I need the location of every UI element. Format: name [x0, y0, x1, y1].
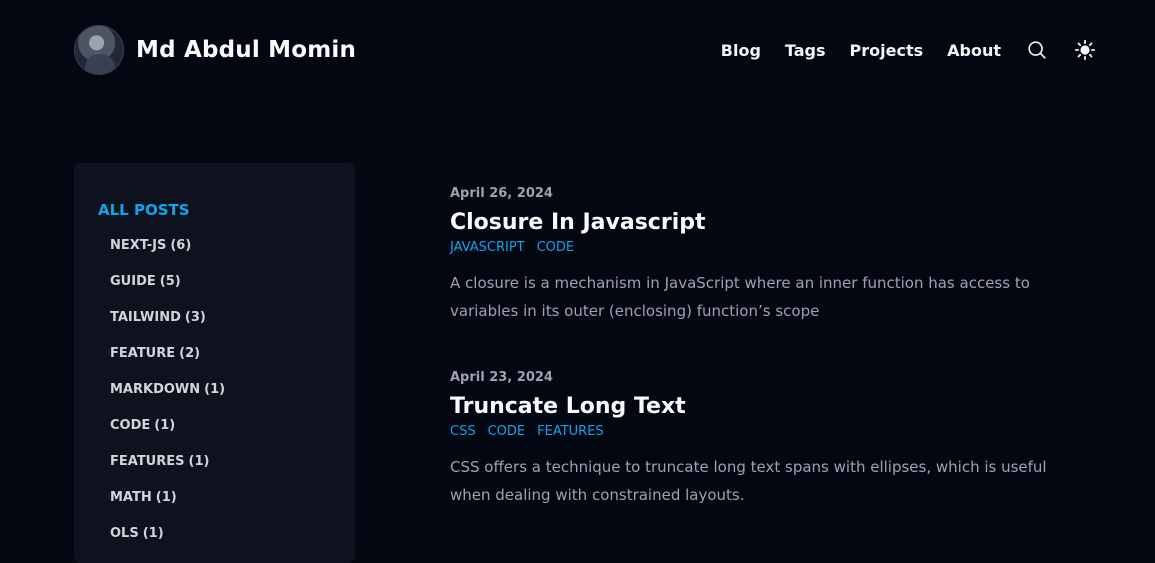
tag-count: (2): [179, 346, 201, 361]
post-title-link[interactable]: Closure In Javascript: [450, 210, 1090, 236]
tag-count: (1): [188, 454, 210, 469]
tag-item-guide[interactable]: GUIDE (5): [110, 271, 225, 307]
search-icon: [1028, 41, 1046, 59]
tag-count: (3): [184, 310, 206, 325]
tag-count: (5): [159, 274, 181, 289]
tag-name: MATH: [110, 490, 152, 505]
tag-list: NEXT-JS (6) GUIDE (5) TAILWIND (3) FEATURE(…: [110, 235, 225, 559]
tag-item-math[interactable]: MATH (1): [110, 487, 225, 523]
sun-icon: [1074, 39, 1096, 61]
tag-name: FEATURE: [110, 346, 176, 361]
post-tag-link[interactable]: CSS: [450, 424, 476, 439]
tag-name: NEXT-JS: [110, 238, 167, 253]
tag-name: MARKDOWN: [110, 382, 201, 397]
tag-name: OLS: [110, 526, 139, 541]
tag-item-markdown[interactable]: MARKDOWN (1): [110, 379, 225, 415]
tag-item-features[interactable]: FEATURES (1): [110, 451, 225, 487]
tag-name: CODE: [110, 418, 151, 433]
nav-projects[interactable]: Projects: [850, 41, 924, 60]
tag-name: GUIDE: [110, 274, 156, 289]
tag-name: FEATURES: [110, 454, 185, 469]
tag-count: (1): [204, 382, 226, 397]
brand-link[interactable]: Md Abdul Momin: [74, 25, 356, 75]
post-title-link[interactable]: Truncate Long Text: [450, 394, 1090, 420]
post-tag-link[interactable]: CODE: [537, 240, 575, 255]
tag-item-code[interactable]: CODE (1): [110, 415, 225, 451]
tag-count: (1): [154, 418, 176, 433]
post-summary: A closure is a mechanism in JavaScript w…: [450, 274, 1030, 320]
main-nav: Blog Tags Projects About: [721, 38, 1097, 62]
post-card: April 26, 2024 Closure In Javascript JAV…: [450, 186, 1090, 325]
post-tag-link[interactable]: JAVASCRIPT: [450, 240, 525, 255]
tag-item-next-js[interactable]: NEXT-JS (6): [110, 235, 225, 271]
tag-name: TAILWIND: [110, 310, 181, 325]
search-button[interactable]: [1025, 38, 1049, 62]
tag-count: (1): [142, 526, 164, 541]
tag-count: (6): [170, 238, 192, 253]
tag-count: (1): [155, 490, 177, 505]
nav-tags[interactable]: Tags: [785, 41, 826, 60]
tags-sidebar: ALL POSTS NEXT-JS (6) GUIDE (5) TAILWIND (3…: [74, 163, 355, 563]
nav-blog[interactable]: Blog: [721, 41, 761, 60]
theme-toggle-button[interactable]: [1073, 38, 1097, 62]
nav-about[interactable]: About: [947, 41, 1001, 60]
post-date: April 26, 2024: [450, 186, 553, 201]
post-card: April 23, 2024 Truncate Long Text CSS CO…: [450, 370, 1090, 509]
all-posts-link[interactable]: ALL POSTS: [98, 201, 190, 219]
post-date: April 23, 2024: [450, 370, 553, 385]
post-tags: CSS CODE FEATURES: [450, 424, 1090, 439]
tag-item-ols[interactable]: OLS (1): [110, 523, 225, 559]
site-header: Md Abdul Momin Blog Tags Projects About: [74, 25, 1097, 75]
post-summary: CSS offers a technique to truncate long …: [450, 458, 1047, 504]
site-title: Md Abdul Momin: [136, 37, 357, 63]
tag-item-feature[interactable]: FEATURE (2): [110, 343, 225, 379]
avatar: [74, 25, 124, 75]
post-tag-link[interactable]: FEATURES: [537, 424, 604, 439]
post-tag-link[interactable]: CODE: [488, 424, 526, 439]
tag-item-tailwind[interactable]: TAILWIND (3): [110, 307, 225, 343]
post-tags: JAVASCRIPT CODE: [450, 240, 1090, 255]
